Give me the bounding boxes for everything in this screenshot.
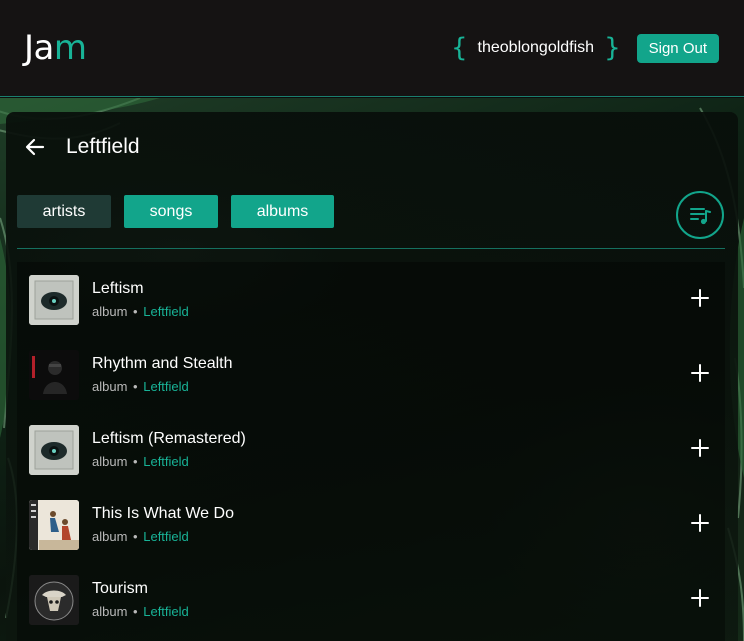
filter-tabs: artists songs albums [17, 195, 334, 228]
tab-artists[interactable]: artists [17, 195, 111, 228]
plus-icon[interactable] [691, 364, 709, 382]
album-title[interactable]: Rhythm and Stealth [92, 355, 233, 373]
album-cover [29, 275, 79, 325]
meta-separator: • [133, 604, 138, 619]
panel-header: Leftfield [6, 112, 738, 182]
item-type: album [92, 604, 128, 619]
album-meta: album • Leftfield [92, 454, 189, 469]
user-area: { theoblongoldfish } Sign Out [450, 33, 719, 63]
list-item[interactable]: This Is What We Do album • Leftfield [17, 487, 725, 562]
app-header: Jam { theoblongoldfish } Sign Out [0, 0, 744, 97]
brace-close: } [604, 33, 621, 63]
username: theoblongoldfish [477, 39, 595, 56]
meta-separator: • [133, 379, 138, 394]
artist-link[interactable]: Leftfield [143, 604, 189, 619]
brace-open: { [450, 33, 468, 63]
album-cover [29, 500, 79, 550]
page-title: Leftfield [66, 135, 140, 158]
list-item[interactable]: Rhythm and Stealth album • Leftfield [17, 337, 725, 412]
item-type: album [92, 529, 128, 544]
tab-songs[interactable]: songs [124, 195, 218, 228]
meta-separator: • [133, 304, 138, 319]
album-cover [29, 350, 79, 400]
meta-separator: • [133, 454, 138, 469]
list-item[interactable]: Leftism (Remastered) album • Leftfield [17, 412, 725, 487]
sign-out-button[interactable]: Sign Out [636, 33, 719, 63]
item-type: album [92, 379, 128, 394]
logo-text-first: Ja [24, 28, 54, 68]
results-list: Leftism album • Leftfield Rhythm and Ste… [17, 262, 725, 641]
app-logo[interactable]: Jam [24, 28, 87, 68]
artist-panel: Leftfield artists songs albums Leftism a… [6, 112, 738, 641]
tab-albums[interactable]: albums [231, 195, 334, 228]
plus-icon[interactable] [691, 514, 709, 532]
logo-text-last: m [53, 28, 87, 68]
album-meta: album • Leftfield [92, 604, 189, 619]
album-cover [29, 575, 79, 625]
item-type: album [92, 304, 128, 319]
divider [17, 248, 725, 249]
artist-link[interactable]: Leftfield [143, 454, 189, 469]
artist-link[interactable]: Leftfield [143, 304, 189, 319]
meta-separator: • [133, 529, 138, 544]
item-type: album [92, 454, 128, 469]
list-item[interactable]: Tourism album • Leftfield [17, 562, 725, 637]
album-title[interactable]: Tourism [92, 580, 148, 598]
album-title[interactable]: This Is What We Do [92, 505, 234, 523]
list-item[interactable]: Leftism album • Leftfield [17, 262, 725, 337]
album-meta: album • Leftfield [92, 379, 189, 394]
artist-link[interactable]: Leftfield [143, 529, 189, 544]
arrow-left-icon[interactable] [24, 136, 46, 158]
album-title[interactable]: Leftism [92, 280, 144, 298]
artist-link[interactable]: Leftfield [143, 379, 189, 394]
album-meta: album • Leftfield [92, 529, 189, 544]
album-title[interactable]: Leftism (Remastered) [92, 430, 246, 448]
queue-button[interactable] [676, 191, 724, 239]
playlist-music-icon [690, 208, 711, 225]
plus-icon[interactable] [691, 289, 709, 307]
plus-icon[interactable] [691, 439, 709, 457]
album-cover [29, 425, 79, 475]
plus-icon[interactable] [691, 589, 709, 607]
album-meta: album • Leftfield [92, 304, 189, 319]
